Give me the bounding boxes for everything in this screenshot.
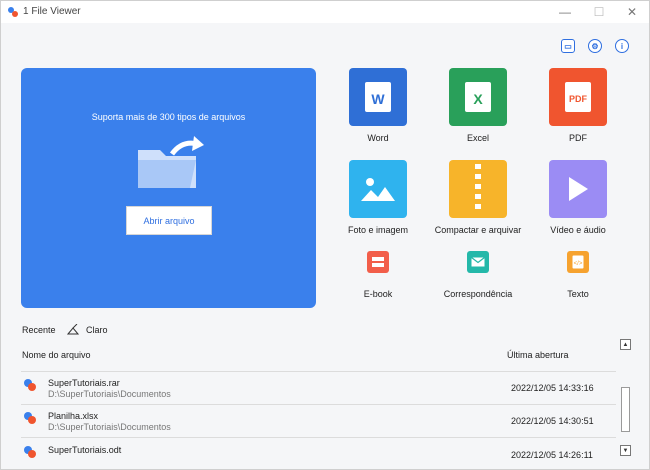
folder-open-icon: [138, 136, 204, 188]
scroll-down-button[interactable]: ▼: [620, 445, 631, 456]
recent-tab[interactable]: Recente: [22, 325, 56, 335]
tile-mail-label: Correspondência: [443, 289, 513, 299]
tile-excel-label: Excel: [466, 133, 489, 143]
info-icon[interactable]: i: [615, 39, 629, 53]
app-logo-icon: [8, 7, 18, 17]
maximize-button[interactable]: ☐: [582, 1, 616, 23]
window-title: 1 File Viewer: [23, 6, 81, 17]
tile-word-label: Word: [367, 133, 389, 143]
file-date: 2022/12/05 14:26:11: [511, 450, 593, 460]
divider: [21, 371, 616, 372]
tile-video-label: Vídeo e áudio: [550, 225, 606, 235]
file-name[interactable]: SuperTutoriais.odt: [48, 445, 121, 455]
file-date: 2022/12/05 14:33:16: [511, 383, 594, 393]
svg-text:X: X: [473, 91, 483, 107]
tile-archive-label: Compactar e arquivar: [434, 225, 522, 235]
tile-ebook-label: E-book: [363, 289, 393, 299]
tile-video[interactable]: [549, 160, 607, 218]
close-button[interactable]: ✕: [615, 1, 649, 23]
tile-text[interactable]: </>: [567, 251, 589, 273]
file-odt-icon: [24, 446, 36, 458]
video-icon: [569, 177, 588, 201]
file-rar-icon: [24, 379, 36, 391]
broom-icon[interactable]: [67, 324, 79, 335]
archive-icon: [475, 164, 481, 209]
svg-text:</>: </>: [574, 261, 583, 267]
excel-icon: X: [465, 82, 491, 112]
svg-text:PDF: PDF: [569, 94, 588, 104]
open-file-button[interactable]: Abrir arquivo: [126, 206, 212, 235]
supported-formats-text: Suporta mais de 300 tipos de arquivos: [91, 112, 246, 122]
tile-image-label: Foto e imagem: [347, 225, 409, 235]
file-date: 2022/12/05 14:30:51: [511, 416, 594, 426]
scroll-thumb[interactable]: [621, 387, 630, 432]
app-window: 1 File Viewer — ☐ ✕ ▭ ⚙ i Suporta mais d…: [0, 0, 650, 470]
tile-mail[interactable]: [467, 251, 489, 273]
ebook-icon: [372, 257, 384, 267]
divider: [21, 404, 616, 405]
text-icon: </>: [572, 255, 584, 269]
mail-icon: [471, 257, 485, 267]
image-icon: [361, 178, 395, 201]
column-header-name[interactable]: Nome do arquivo: [22, 350, 91, 360]
tile-pdf-label: PDF: [569, 133, 587, 143]
tile-text-label: Texto: [567, 289, 589, 299]
file-xlsx-icon: [24, 412, 36, 424]
tile-ebook[interactable]: [367, 251, 389, 273]
file-name[interactable]: SuperTutoriais.rar: [48, 378, 120, 388]
file-path: D:\SuperTutoriais\Documentos: [48, 389, 171, 399]
divider: [21, 437, 616, 438]
tile-word[interactable]: W: [349, 68, 407, 126]
word-icon: W: [365, 82, 391, 112]
title-bar: 1 File Viewer — ☐ ✕: [1, 1, 649, 23]
recent-scrollbar[interactable]: ▲ ▼: [620, 339, 631, 456]
tile-pdf[interactable]: PDF: [549, 68, 607, 126]
tile-image[interactable]: [349, 160, 407, 218]
file-name[interactable]: Planilha.xlsx: [48, 411, 98, 421]
print-icon[interactable]: ▭: [561, 39, 575, 53]
file-path: D:\SuperTutoriais\Documentos: [48, 422, 171, 432]
column-header-date[interactable]: Última abertura: [507, 350, 569, 360]
clear-button[interactable]: Claro: [86, 325, 108, 335]
open-file-panel[interactable]: Suporta mais de 300 tipos de arquivos Ab…: [21, 68, 316, 308]
minimize-button[interactable]: —: [548, 1, 582, 23]
tile-archive[interactable]: [449, 160, 507, 218]
settings-icon[interactable]: ⚙: [588, 39, 602, 53]
svg-text:W: W: [371, 91, 385, 107]
pdf-icon: PDF: [565, 82, 591, 112]
scroll-up-button[interactable]: ▲: [620, 339, 631, 350]
tile-excel[interactable]: X: [449, 68, 507, 126]
